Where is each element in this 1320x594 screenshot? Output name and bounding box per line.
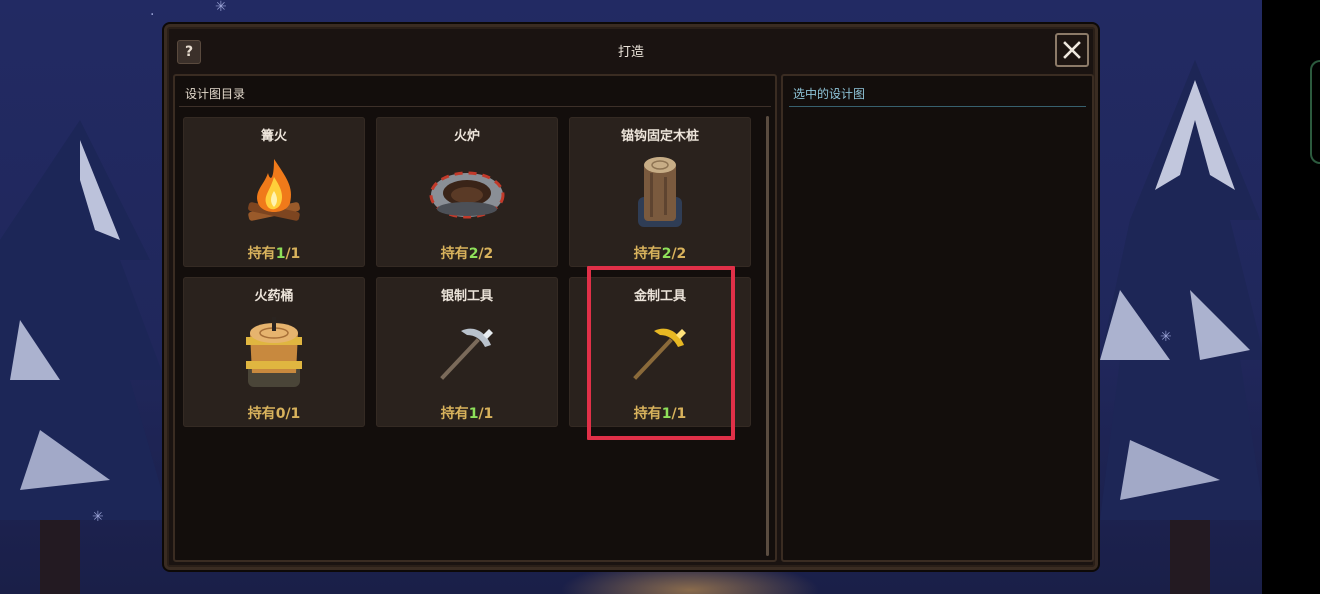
wooden-stake-icon xyxy=(638,157,682,227)
owned-number: 2 xyxy=(468,246,479,262)
owned-number: 1 xyxy=(275,246,286,262)
selected-heading: 选中的设计图 xyxy=(793,87,866,101)
owned-label: 持有 xyxy=(633,246,662,262)
catalog-scrollbar[interactable] xyxy=(766,116,769,556)
owned-number: 2 xyxy=(661,246,672,262)
owned-total: /1 xyxy=(285,246,301,262)
blueprint-catalog-panel: 设计图目录 篝火 持有1/1 火炉 持有2/2 锚钩固定木桩 持有2/2 火药桶… xyxy=(173,74,777,562)
snowflake-icon: ✳ xyxy=(215,0,227,15)
owned-count: 持有1/1 xyxy=(569,403,751,423)
owned-number: 1 xyxy=(468,406,479,422)
owned-count: 持有1/1 xyxy=(183,243,365,263)
blueprint-name: 银制工具 xyxy=(440,289,493,304)
blueprint-card-powder-keg[interactable]: 火药桶 持有0/1 xyxy=(183,277,365,427)
snowflake-icon: · xyxy=(150,7,155,23)
owned-label: 持有 xyxy=(633,406,662,422)
owned-total: /2 xyxy=(671,246,687,262)
blueprint-name: 金制工具 xyxy=(633,289,686,304)
dialog-title: 打造 xyxy=(617,45,644,60)
owned-count: 持有2/2 xyxy=(569,243,751,263)
divider xyxy=(179,106,771,107)
blueprint-card-silver-tool[interactable]: 银制工具 持有1/1 xyxy=(376,277,558,427)
close-button[interactable] xyxy=(1055,33,1089,67)
owned-label: 持有 xyxy=(247,406,276,422)
owned-number: 1 xyxy=(661,406,672,422)
blueprint-name: 锚钩固定木桩 xyxy=(620,129,699,144)
blueprint-name: 火药桶 xyxy=(254,289,294,304)
side-tab[interactable] xyxy=(1310,60,1320,164)
owned-total: /1 xyxy=(478,406,494,422)
owned-total: /2 xyxy=(478,246,494,262)
silver-pickaxe-icon xyxy=(440,328,493,380)
snowflake-icon: ✳ xyxy=(1160,329,1172,345)
owned-count: 持有2/2 xyxy=(376,243,558,263)
divider xyxy=(789,106,1086,107)
blueprint-card-wooden-stake[interactable]: 锚钩固定木桩 持有2/2 xyxy=(569,117,751,267)
owned-label: 持有 xyxy=(440,406,469,422)
snowy-pine-tree-right xyxy=(1100,60,1265,594)
blueprint-card-campfire[interactable]: 篝火 持有1/1 xyxy=(183,117,365,267)
blueprint-card-gold-tool[interactable]: 金制工具 持有1/1 xyxy=(569,277,751,427)
owned-count: 持有1/1 xyxy=(376,403,558,423)
selected-blueprint-panel: 选中的设计图 xyxy=(781,74,1094,562)
close-icon xyxy=(1063,41,1081,59)
gold-pickaxe-icon xyxy=(633,328,686,380)
owned-number: 0 xyxy=(275,406,286,422)
owned-total: /1 xyxy=(671,406,687,422)
crafting-dialog: ? 打造 设计图目录 篝火 持有1/1 火炉 持有2/2 锚钩固定木桩 持有2/… xyxy=(164,24,1098,570)
furnace-icon xyxy=(429,171,505,219)
powder-keg-icon xyxy=(246,317,302,387)
owned-count: 持有0/1 xyxy=(183,403,365,423)
owned-label: 持有 xyxy=(440,246,469,262)
blueprint-name: 篝火 xyxy=(260,129,287,144)
owned-label: 持有 xyxy=(247,246,276,262)
blueprint-card-furnace[interactable]: 火炉 持有2/2 xyxy=(376,117,558,267)
snowflake-icon: ✳ xyxy=(92,509,104,525)
blueprint-name: 火炉 xyxy=(453,129,480,144)
campfire-icon xyxy=(248,159,300,221)
catalog-heading: 设计图目录 xyxy=(185,87,246,101)
snowy-pine-tree-left xyxy=(0,120,170,594)
owned-total: /1 xyxy=(285,406,301,422)
